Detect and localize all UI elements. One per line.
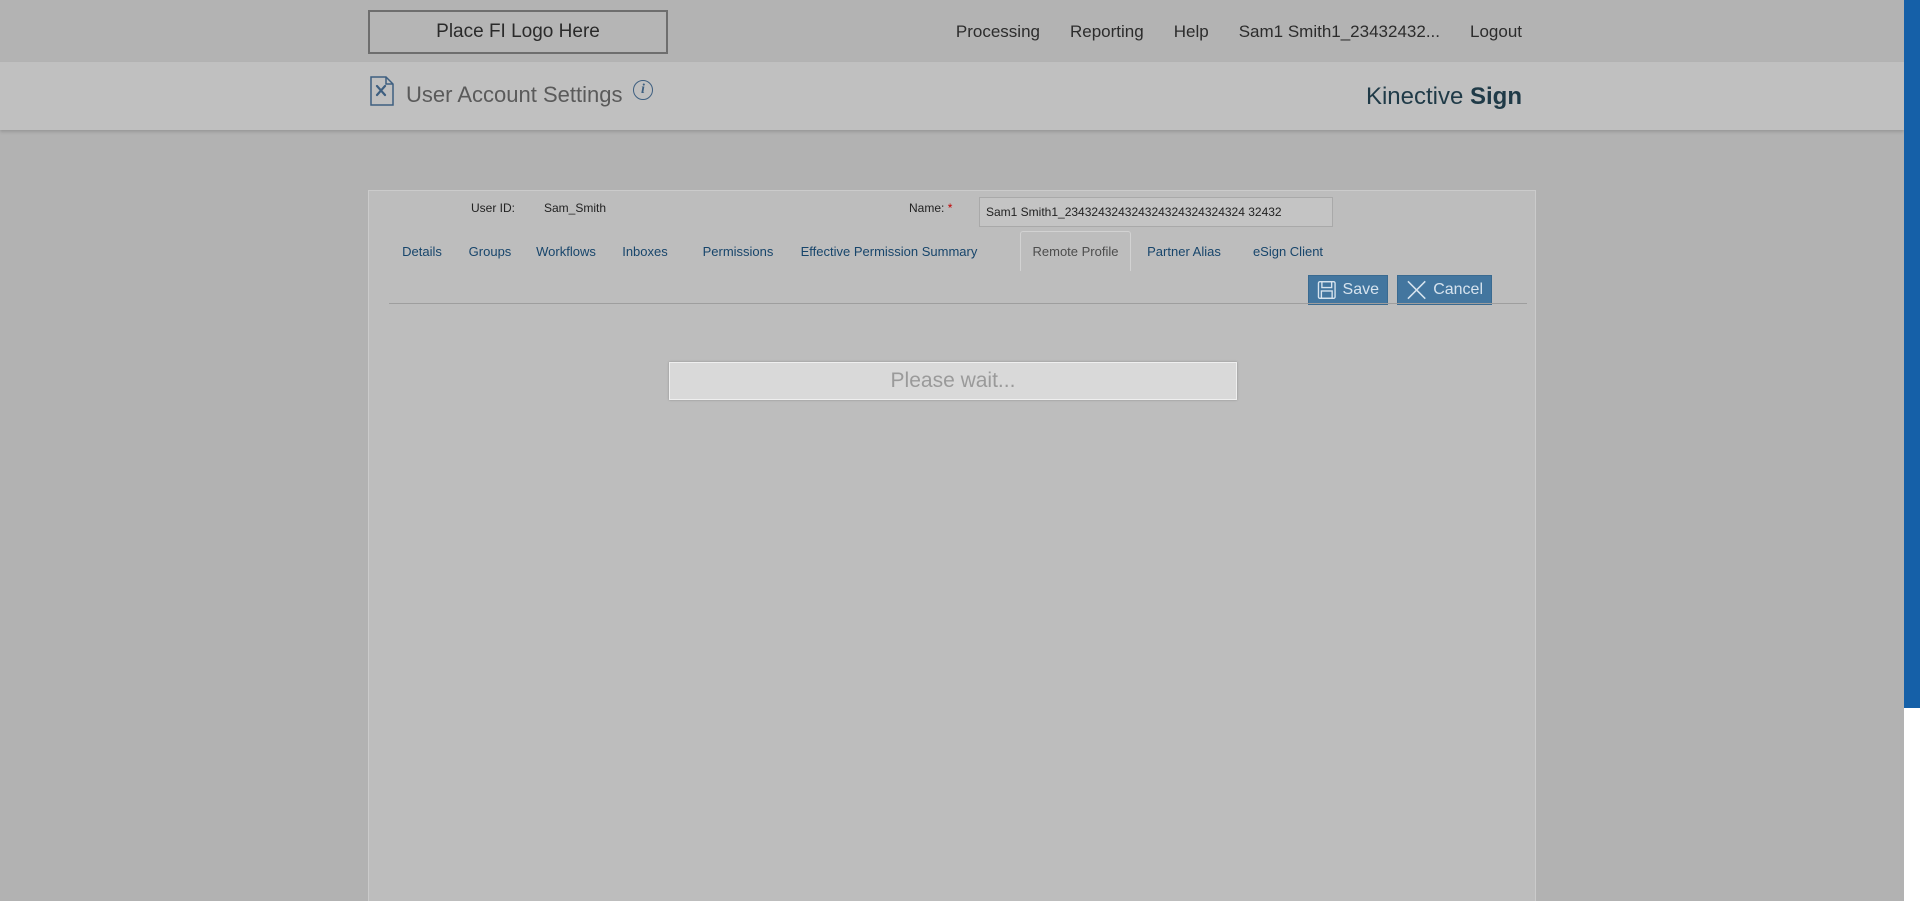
brand-name-bold: Sign — [1470, 83, 1522, 110]
save-button-label: Save — [1342, 281, 1379, 298]
tab-esign-client[interactable]: eSign Client — [1237, 231, 1339, 271]
vertical-scrollbar[interactable] — [1904, 0, 1920, 901]
required-marker: * — [947, 201, 953, 215]
brand-name-light: Kinective — [1365, 83, 1470, 110]
loading-message: Please wait... — [669, 362, 1237, 400]
nav-logout[interactable]: Logout — [1470, 22, 1522, 42]
floppy-disk-icon — [1317, 281, 1336, 299]
top-nav-bar: Place FI Logo Here Processing Reporting … — [0, 0, 1904, 62]
cancel-button[interactable]: Cancel — [1397, 275, 1492, 305]
name-label: Name: * — [909, 201, 952, 215]
tab-workflows[interactable]: Workflows — [525, 231, 607, 271]
document-settings-icon — [370, 76, 394, 106]
page-title: User Account Settings — [406, 82, 623, 107]
tab-effective-permission-summary[interactable]: Effective Permission Summary — [793, 231, 985, 271]
name-field[interactable] — [979, 197, 1333, 227]
close-icon — [1407, 280, 1426, 300]
user-id-label: User ID: — [471, 201, 516, 215]
nav-processing[interactable]: Processing — [956, 22, 1040, 42]
fi-logo-placeholder[interactable]: Place FI Logo Here — [368, 10, 668, 54]
tab-permissions[interactable]: Permissions — [683, 231, 793, 271]
nav-user-account[interactable]: Sam1 Smith1_23432432... — [1239, 22, 1440, 42]
tab-groups[interactable]: Groups — [455, 231, 525, 271]
user-settings-panel: User ID: Sam_Smith Name: * Details Group… — [368, 190, 1536, 901]
page-header: User Account Settings i Kinective Sign — [0, 62, 1904, 130]
name-label-text: Name: — [909, 201, 945, 215]
main-nav: Processing Reporting Help Sam1 Smith1_23… — [956, 22, 1522, 42]
tab-remote-profile[interactable]: Remote Profile — [1020, 231, 1131, 271]
nav-reporting[interactable]: Reporting — [1070, 22, 1144, 42]
tab-inboxes[interactable]: Inboxes — [607, 231, 683, 271]
user-id-value: Sam_Smith — [544, 201, 607, 215]
nav-help[interactable]: Help — [1174, 22, 1209, 42]
info-icon[interactable]: i — [633, 80, 653, 100]
brand-logo: Kinective Sign — [1366, 83, 1522, 111]
scrollbar-thumb[interactable] — [1904, 0, 1920, 708]
cancel-button-label: Cancel — [1433, 281, 1483, 298]
save-button[interactable]: Save — [1308, 275, 1388, 305]
tab-partner-alias[interactable]: Partner Alias — [1131, 231, 1237, 271]
tab-details[interactable]: Details — [389, 231, 455, 271]
tab-divider — [389, 303, 1527, 304]
